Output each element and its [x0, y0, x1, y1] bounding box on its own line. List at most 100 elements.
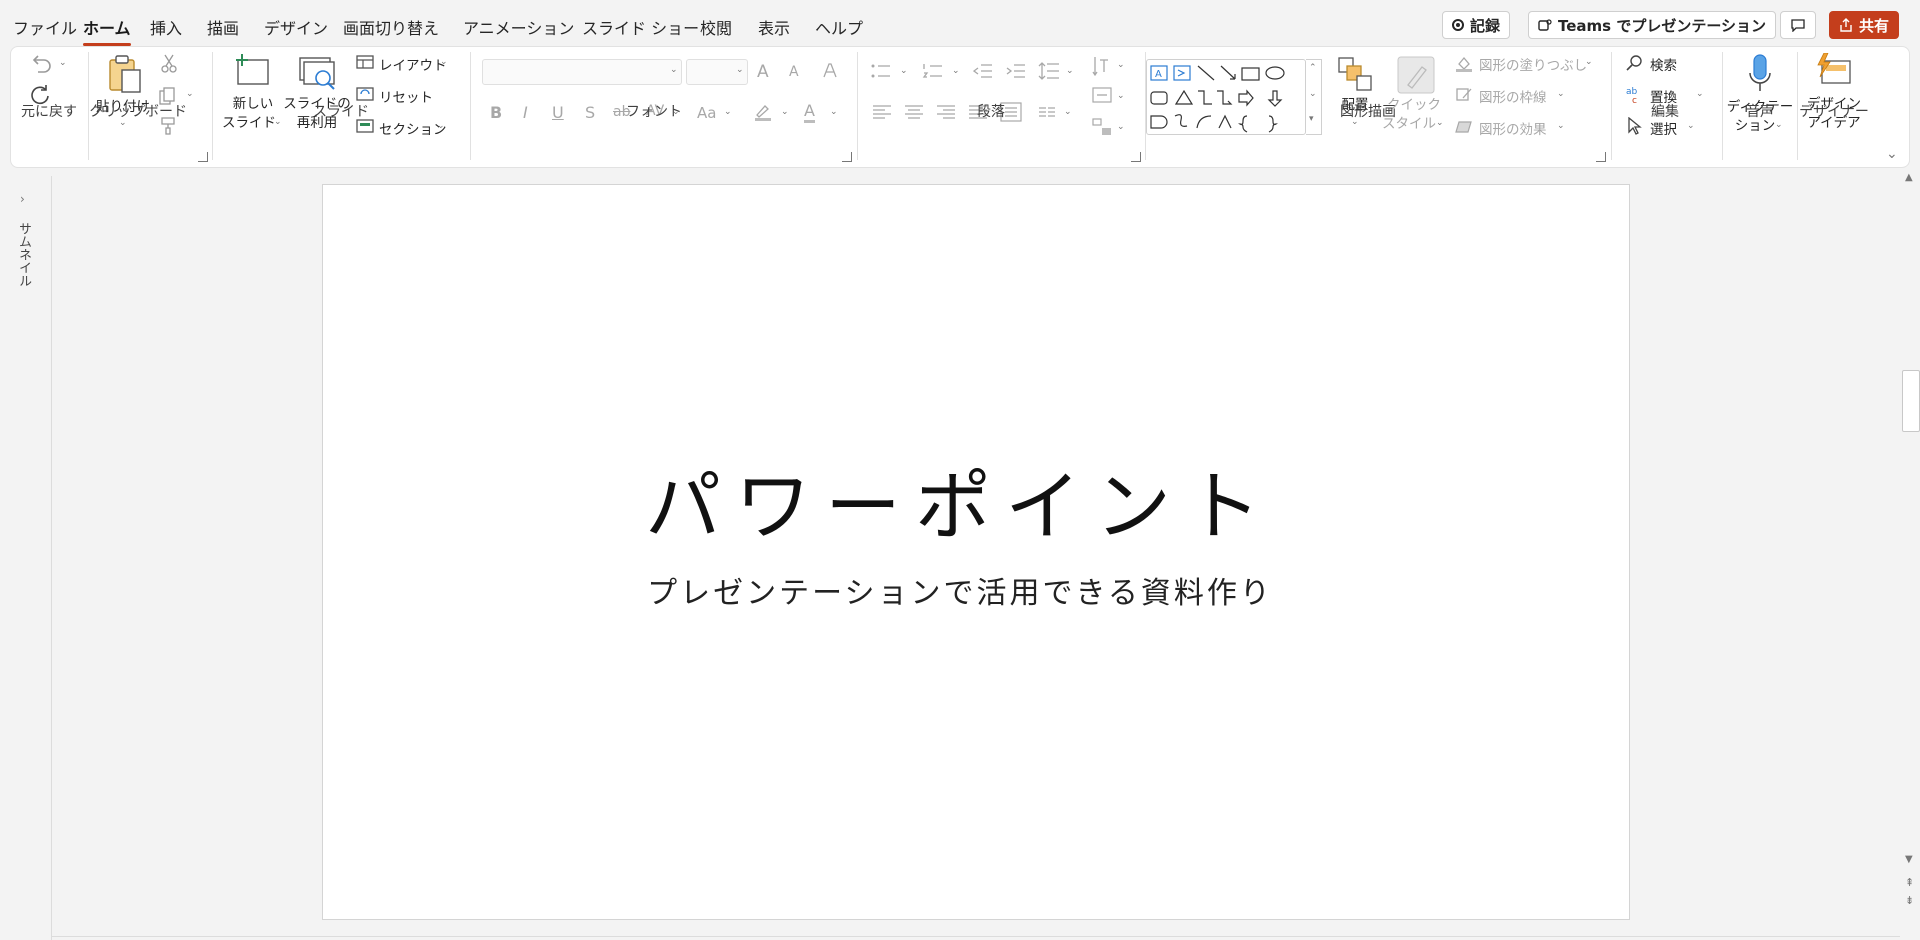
- bullets-dropdown-icon[interactable]: ⌄: [900, 66, 908, 76]
- tab-home[interactable]: ホーム: [83, 15, 131, 46]
- clipboard-launcher-icon[interactable]: [198, 152, 208, 162]
- scroll-up-icon[interactable]: ▲: [1905, 172, 1913, 183]
- shape-fill-dropdown-icon[interactable]: ⌄: [1585, 57, 1593, 67]
- align-right-icon[interactable]: [936, 104, 956, 120]
- numbering-icon[interactable]: [922, 63, 944, 79]
- paste-icon[interactable]: [106, 54, 144, 94]
- find-icon[interactable]: [1626, 54, 1644, 72]
- record-button[interactable]: 記録: [1442, 11, 1511, 39]
- scroll-down-icon[interactable]: ▼: [1905, 854, 1913, 865]
- cut-icon[interactable]: [160, 54, 178, 74]
- columns-icon[interactable]: [1038, 106, 1056, 118]
- tab-animations[interactable]: アニメーション: [463, 15, 574, 39]
- select-dropdown-icon[interactable]: ⌄: [1687, 121, 1695, 131]
- tab-slideshow[interactable]: スライド ショー: [582, 15, 699, 39]
- find-button[interactable]: 検索: [1650, 54, 1677, 74]
- reuse-slides-icon[interactable]: [298, 56, 338, 94]
- copy-dropdown-icon[interactable]: ⌄: [186, 89, 194, 99]
- layout-icon[interactable]: [356, 55, 374, 69]
- vertical-scrollbar[interactable]: ▲ ▼ ⇞ ⇟: [1900, 172, 1920, 912]
- undo-icon[interactable]: [29, 55, 53, 73]
- line-spacing-dropdown-icon[interactable]: ⌄: [1066, 66, 1074, 76]
- dictate-dropdown-icon[interactable]: ⌄: [1775, 120, 1783, 130]
- layout-dropdown-icon[interactable]: ⌄: [440, 57, 448, 67]
- columns-dropdown-icon[interactable]: ⌄: [1064, 107, 1072, 117]
- shape-outline-button[interactable]: 図形の枠線: [1479, 86, 1547, 106]
- grow-font-button[interactable]: A: [757, 62, 769, 82]
- replace-icon[interactable]: ab c: [1626, 86, 1644, 104]
- shape-outline-dropdown-icon[interactable]: ⌄: [1557, 89, 1565, 99]
- share-button[interactable]: 共有: [1829, 11, 1900, 39]
- align-text-icon[interactable]: [1092, 87, 1112, 103]
- gallery-up-icon[interactable]: ⌃: [1309, 63, 1317, 73]
- gallery-down-icon[interactable]: ⌄: [1309, 89, 1317, 99]
- shapes-gallery-icons[interactable]: A: [1147, 60, 1305, 134]
- quick-styles-icon[interactable]: [1396, 55, 1436, 95]
- shape-effects-icon[interactable]: [1455, 118, 1473, 134]
- gallery-more-icon[interactable]: ▾: [1309, 114, 1314, 124]
- line-spacing-icon[interactable]: [1038, 62, 1060, 80]
- change-case-dropdown-icon[interactable]: ⌄: [724, 107, 732, 117]
- shape-effects-dropdown-icon[interactable]: ⌄: [1557, 121, 1565, 131]
- new-slide-dropdown-icon[interactable]: ⌄: [274, 117, 282, 127]
- section-icon[interactable]: [356, 119, 374, 133]
- text-direction-dropdown-icon[interactable]: ⌄: [1117, 60, 1125, 70]
- font-size-dropdown-icon[interactable]: ⌄: [736, 65, 744, 75]
- change-case-button[interactable]: Aa: [697, 104, 716, 122]
- highlight-icon[interactable]: [753, 102, 773, 122]
- arrange-icon[interactable]: [1337, 56, 1373, 92]
- quick-styles-dropdown-icon[interactable]: ⌄: [1436, 118, 1444, 128]
- paragraph-launcher-icon[interactable]: [1131, 152, 1141, 162]
- select-button[interactable]: 選択: [1650, 118, 1677, 138]
- font-name-combo[interactable]: [482, 59, 682, 85]
- font-color-dropdown-icon[interactable]: ⌄: [830, 107, 838, 117]
- highlight-dropdown-icon[interactable]: ⌄: [781, 107, 789, 117]
- tab-view[interactable]: 表示: [758, 15, 790, 39]
- teams-present-button[interactable]: Teams でプレゼンテーション: [1528, 11, 1777, 39]
- numbering-dropdown-icon[interactable]: ⌄: [952, 66, 960, 76]
- new-slide-icon[interactable]: [234, 54, 272, 88]
- shape-fill-button[interactable]: 図形の塗りつぶし: [1479, 54, 1587, 74]
- font-name-dropdown-icon[interactable]: ⌄: [670, 65, 678, 75]
- shadow-button[interactable]: S: [585, 103, 595, 122]
- shape-outline-icon[interactable]: [1455, 86, 1473, 104]
- align-center-icon[interactable]: [904, 104, 924, 120]
- reset-button[interactable]: リセット: [379, 86, 433, 106]
- tab-draw[interactable]: 描画: [207, 15, 239, 39]
- text-direction-icon[interactable]: [1092, 56, 1110, 78]
- bullets-icon[interactable]: [870, 63, 892, 79]
- thumbnail-pane-label[interactable]: サムネイル: [14, 222, 33, 287]
- decrease-indent-icon[interactable]: [973, 63, 993, 79]
- next-slide-icon[interactable]: ⇟: [1905, 894, 1914, 907]
- clear-formatting-icon[interactable]: [821, 62, 839, 80]
- tab-review[interactable]: 校閲: [700, 15, 732, 39]
- smartart-dropdown-icon[interactable]: ⌄: [1117, 122, 1125, 132]
- increase-indent-icon[interactable]: [1006, 63, 1026, 79]
- slide-subtitle[interactable]: プレゼンテーションで活用できる資料作り: [0, 568, 1920, 612]
- drawing-launcher-icon[interactable]: [1596, 152, 1606, 162]
- new-slide-label-2[interactable]: スライド: [222, 114, 276, 133]
- section-dropdown-icon[interactable]: ⌄: [437, 121, 445, 131]
- shrink-font-button[interactable]: A: [789, 64, 799, 80]
- tab-file[interactable]: ファイル: [13, 15, 77, 39]
- underline-button[interactable]: U: [552, 103, 564, 122]
- font-launcher-icon[interactable]: [842, 152, 852, 162]
- tab-help[interactable]: ヘルプ: [815, 15, 863, 39]
- tab-transitions[interactable]: 画面切り替え: [343, 15, 439, 39]
- previous-slide-icon[interactable]: ⇞: [1905, 876, 1914, 889]
- design-ideas-icon[interactable]: [1814, 53, 1852, 91]
- ribbon-collapse-icon[interactable]: ⌄: [1886, 146, 1898, 162]
- slide-title[interactable]: パワーポイント: [0, 445, 1920, 555]
- expand-thumbnails-icon[interactable]: ›: [20, 192, 25, 206]
- layout-button[interactable]: レイアウト: [379, 54, 447, 74]
- shapes-gallery[interactable]: A: [1146, 59, 1306, 135]
- undo-dropdown-icon[interactable]: ⌄: [59, 58, 67, 68]
- align-text-dropdown-icon[interactable]: ⌄: [1117, 91, 1125, 101]
- comments-button[interactable]: [1780, 11, 1816, 39]
- tab-insert[interactable]: 挿入: [150, 15, 182, 39]
- reset-icon[interactable]: [356, 87, 374, 101]
- select-icon[interactable]: [1627, 117, 1643, 135]
- italic-button[interactable]: I: [523, 103, 528, 122]
- shape-fill-icon[interactable]: [1455, 54, 1473, 72]
- shape-effects-button[interactable]: 図形の効果: [1479, 118, 1547, 138]
